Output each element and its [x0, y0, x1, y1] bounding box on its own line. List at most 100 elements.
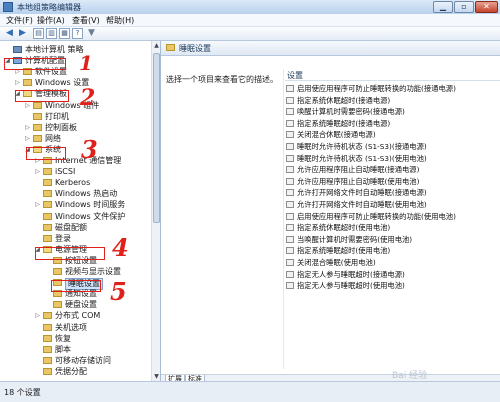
setting-label: 指定系统睡眠超时(使用电池) [297, 246, 391, 256]
minimize-button[interactable]: ▁ [433, 1, 453, 13]
column-header-setting[interactable]: 设置 [285, 70, 500, 81]
details-header: 睡眠设置 [161, 41, 500, 56]
close-button[interactable]: ✕ [475, 1, 498, 13]
tree-item-label: 硬盘设置 [65, 300, 97, 310]
up-folder-icon[interactable]: ▤ [33, 28, 44, 39]
folder-icon [33, 101, 42, 109]
setting-row[interactable]: 指定系统睡眠超时(使用电池) [285, 245, 500, 256]
setting-label: 指定系统睡眠超时(接通电源) [297, 118, 391, 128]
expand-arrow-icon[interactable]: ▷ [34, 168, 41, 175]
description-text: 选择一个项目来查看它的描述。 [166, 75, 278, 84]
forward-arrow-icon[interactable]: ▶ [17, 28, 28, 39]
setting-label: 唤醒计算机时需要密码(接通电源) [297, 107, 405, 117]
policy-setting-icon [286, 108, 294, 116]
setting-row[interactable]: 允许打开网络文件时自动睡眠(接通电源) [285, 187, 500, 198]
menu-help[interactable]: 帮助(H) [106, 15, 134, 26]
tree-item-label: 控制面板 [45, 122, 77, 132]
setting-row[interactable]: 指定无人参与睡眠超时(使用电池) [285, 280, 500, 291]
tree-item-label: iSCSI [55, 167, 76, 177]
help-icon[interactable]: ? [72, 28, 83, 39]
details-title: 睡眠设置 [179, 44, 211, 53]
annotation-number-5: 5 [110, 277, 127, 306]
setting-label: 睡眠时允许待机状态 (S1-S3)(接通电源) [297, 142, 427, 151]
policy-setting-icon [286, 270, 294, 278]
folder-icon [43, 345, 52, 353]
tree-item-label: 可移动存储访问 [55, 355, 111, 365]
policy-setting-icon [286, 235, 294, 243]
scroll-thumb[interactable] [153, 53, 160, 223]
setting-row[interactable]: 启用使应用程序可防止睡眠转换的功能(使用电池) [285, 211, 500, 222]
annotation-box-5 [51, 280, 101, 292]
filter-icon[interactable]: ▼ [86, 28, 97, 39]
setting-row[interactable]: 启用使应用程序可防止睡眠转换的功能(接通电源) [285, 83, 500, 94]
annotation-box-3 [26, 147, 66, 160]
setting-row[interactable]: 睡眠时允许待机状态 (S1-S3)(使用电池) [285, 153, 500, 164]
setting-row[interactable]: 关闭混合睡眠(使用电池) [285, 257, 500, 268]
setting-label: 允许应用程序阻止自动睡眠(接通电源) [297, 165, 420, 175]
show-hide-tree-icon[interactable]: ▥ [46, 28, 57, 39]
policy-setting-icon [286, 119, 294, 127]
policy-setting-icon [286, 259, 294, 266]
annotation-box-4 [35, 247, 105, 260]
tree-item-label: 网络 [45, 133, 61, 143]
policy-setting-icon [286, 247, 294, 255]
setting-row[interactable]: 睡眠时允许待机状态 (S1-S3)(接通电源) [285, 141, 500, 152]
expand-arrow-icon[interactable]: ▷ [14, 79, 21, 86]
policy-setting-icon [286, 177, 294, 185]
expand-arrow-icon[interactable]: ▷ [24, 102, 31, 109]
setting-label: 睡眠时允许待机状态 (S1-S3)(使用电池) [297, 153, 427, 163]
setting-row[interactable]: 指定无人参与睡眠超时(接通电源) [285, 269, 500, 280]
folder-icon [33, 134, 42, 142]
setting-row[interactable]: 唤醒计算机时需要密码(接通电源) [285, 106, 500, 117]
setting-label: 允许应用程序阻止自动睡眠(使用电池) [297, 176, 420, 186]
annotation-number-4: 4 [112, 233, 129, 262]
scroll-up-arrow-icon[interactable]: ▲ [152, 41, 160, 50]
back-arrow-icon[interactable]: ◀ [4, 28, 15, 39]
setting-label: 当唤醒计算机时需要密码(使用电池) [297, 234, 413, 244]
policy-setting-icon [286, 85, 294, 92]
tree-item-label: Windows 文件保护 [55, 211, 126, 221]
policy-setting-icon [286, 166, 294, 174]
setting-row[interactable]: 指定系统休眠超时(接通电源) [285, 95, 500, 106]
setting-label: 指定无人参与睡眠超时(使用电池) [297, 281, 405, 291]
setting-row[interactable]: 允许打开网络文件时自动睡眠(使用电池) [285, 199, 500, 210]
expand-arrow-icon[interactable]: ▷ [34, 312, 41, 319]
setting-row[interactable]: 允许应用程序阻止自动睡眠(使用电池) [285, 176, 500, 187]
folder-icon [33, 112, 42, 120]
policy-setting-icon [286, 189, 294, 197]
policy-setting-icon [286, 154, 294, 162]
expand-arrow-icon[interactable]: ▷ [24, 135, 31, 142]
pane-divider [283, 69, 284, 369]
menu-view[interactable]: 查看(V) [72, 15, 100, 26]
tree-item-label: Windows 时间服务 [55, 200, 126, 210]
setting-label: 允许打开网络文件时自动睡眠(使用电池) [297, 200, 427, 209]
tree-scrollbar[interactable]: ▲ ▼ [151, 41, 160, 381]
expand-arrow-icon[interactable]: ▷ [34, 201, 41, 208]
folder-icon [43, 212, 52, 220]
tree-item-label: 关机选项 [55, 322, 87, 332]
scroll-down-arrow-icon[interactable]: ▼ [152, 372, 160, 381]
policy-setting-icon [286, 131, 294, 139]
properties-icon[interactable]: ▦ [59, 28, 70, 39]
maximize-button[interactable]: ▫ [454, 1, 474, 13]
details-pane: 睡眠设置 选择一个项目来查看它的描述。 设置 启用使应用程序可防止睡眠转换的功能… [161, 41, 500, 384]
folder-icon [43, 367, 52, 375]
menu-action[interactable]: 操作(A) [37, 15, 65, 26]
expand-arrow-icon[interactable]: ▷ [24, 124, 31, 131]
setting-row[interactable]: 允许应用程序阻止自动睡眠(接通电源) [285, 164, 500, 175]
setting-label: 启用使应用程序可防止睡眠转换的功能(接通电源) [297, 84, 456, 93]
setting-row[interactable]: 指定系统睡眠超时(接通电源) [285, 118, 500, 129]
annotation-box-2 [15, 90, 69, 102]
setting-row[interactable]: 当唤醒计算机时需要密码(使用电池) [285, 234, 500, 245]
setting-row[interactable]: 关闭混合休眠(接通电源) [285, 129, 500, 140]
folder-icon [43, 179, 52, 187]
folder-icon [43, 323, 52, 331]
watermark-logo: Bai 经验 [392, 371, 428, 381]
annotation-number-3: 3 [81, 135, 98, 164]
annotation-number-1: 1 [79, 51, 93, 75]
window-title: 本地组策略编辑器 [17, 3, 81, 12]
tree-item-label: 凭据分配 [55, 366, 87, 376]
status-bar: 18 个设置 [0, 381, 500, 402]
setting-row[interactable]: 指定系统休眠超时(使用电池) [285, 222, 500, 233]
menu-file[interactable]: 文件(F) [6, 15, 33, 26]
